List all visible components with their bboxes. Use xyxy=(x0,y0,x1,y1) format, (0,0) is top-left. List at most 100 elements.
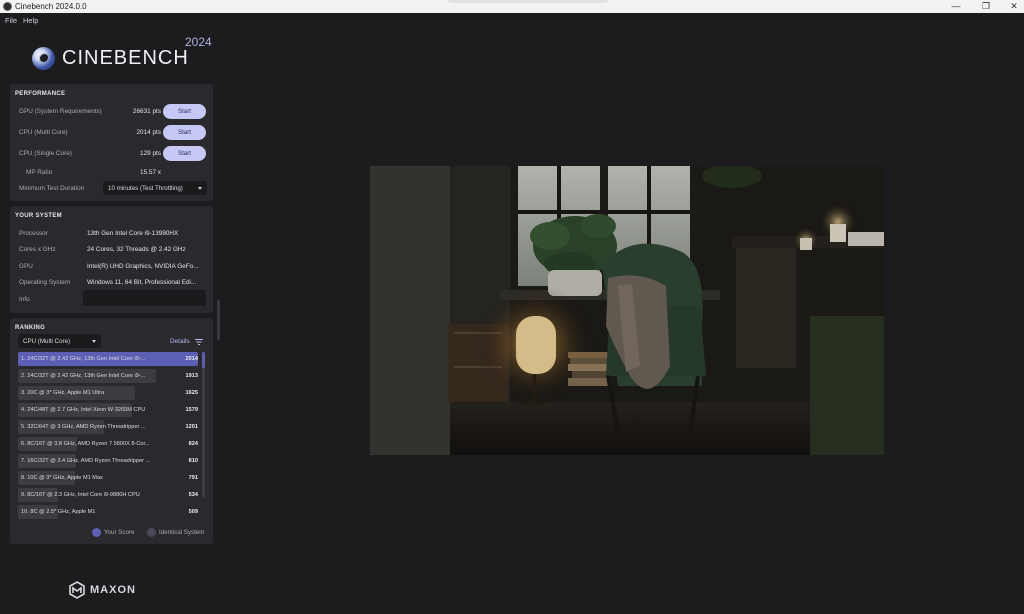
title-bar: Cinebench 2024.0.0 — ❐ ✕ xyxy=(0,0,1024,13)
panel-resize-handle[interactable] xyxy=(217,300,220,340)
ranking-score: 509 xyxy=(188,509,198,515)
ranking-filter-value: CPU (Multi Core) xyxy=(23,338,71,345)
ranking-row[interactable]: 5. 32C/64T @ 3 GHz, AMD Ryzen Threadripp… xyxy=(18,420,200,434)
test-row-cpu-multi: CPU (Multi Core) 2014 pts Start xyxy=(10,125,213,141)
ranking-system-name: 10. 8C @ 2.5* GHz, Apple M1 xyxy=(21,509,96,515)
close-button[interactable]: ✕ xyxy=(1000,0,1024,13)
brand-name: CINEBENCH xyxy=(62,47,189,69)
min-duration-row: Minimum Test Duration 10 minutes (Test T… xyxy=(10,181,213,197)
window-drag-area[interactable] xyxy=(448,0,608,3)
menu-bar: File Help xyxy=(0,13,1024,26)
your-system-panel: YOUR SYSTEM Processor 13th Gen Intel Cor… xyxy=(10,206,213,313)
ranking-row[interactable]: 10. 8C @ 2.5* GHz, Apple M1 509 xyxy=(18,505,200,519)
ranking-system-name: 4. 24C/48T @ 2.7 GHz, Intel Xeon W-3265M… xyxy=(21,407,146,413)
ranking-row[interactable]: 8. 10C @ 3* GHz, Apple M1 Max 791 xyxy=(18,471,200,485)
render-preview-image xyxy=(370,166,884,455)
ranking-score: 824 xyxy=(188,441,198,447)
menu-help[interactable]: Help xyxy=(23,16,38,25)
test-row-gpu: GPU (System Requirements) 26631 pts Star… xyxy=(10,104,213,120)
ranking-filter-select[interactable]: CPU (Multi Core) xyxy=(18,334,101,348)
mp-ratio-row: MP Ratio 15.57 x xyxy=(10,165,213,181)
ranking-score: 1913 xyxy=(185,373,198,379)
test-row-cpu-single: CPU (Single Core) 129 pts Start xyxy=(10,146,213,162)
ranking-row[interactable]: 3. 20C @ 3* GHz, Apple M1 Ultra 1625 xyxy=(18,386,200,400)
cinebench-sphere-icon xyxy=(32,47,55,70)
ranking-system-name: 1. 24C/32T @ 2.42 GHz, 13th Gen Intel Co… xyxy=(21,356,146,362)
minimize-button[interactable]: — xyxy=(942,0,970,13)
render-scene xyxy=(370,166,884,455)
system-row-processor: Processor 13th Gen Intel Core i9-13980HX xyxy=(10,226,213,242)
min-duration-value: 10 minutes (Test Throttling) xyxy=(108,185,183,192)
ranking-panel: RANKING CPU (Multi Core) Details 1. 24C/… xyxy=(10,318,213,544)
ranking-system-name: 9. 8C/16T @ 2.3 GHz, Intel Core i9-9880H… xyxy=(21,492,140,498)
ranking-score: 791 xyxy=(188,475,198,481)
performance-panel: PERFORMANCE GPU (System Requirements) 26… xyxy=(10,84,213,201)
info-field[interactable] xyxy=(83,290,206,306)
start-cpu-single-button[interactable]: Start xyxy=(163,146,206,161)
system-value: Intel(R) UHD Graphics, NVIDIA GeFo... xyxy=(87,263,199,270)
system-row-cores: Cores x GHz 24 Cores, 32 Threads @ 2.42 … xyxy=(10,242,213,258)
your-score-legend-dot xyxy=(92,528,101,537)
ranking-row[interactable]: 4. 24C/48T @ 2.7 GHz, Intel Xeon W-3265M… xyxy=(18,403,200,417)
ranking-heading: RANKING xyxy=(15,325,46,331)
ranking-system-name: 8. 10C @ 3* GHz, Apple M1 Max xyxy=(21,475,103,481)
cinebench-logo: CINEBENCH 2024 xyxy=(32,35,222,76)
ranking-row[interactable]: 6. 8C/16T @ 3.8 GHz, AMD Ryzen 7 5800X 8… xyxy=(18,437,200,451)
test-score: 2014 pts xyxy=(136,129,161,136)
ranking-row[interactable]: 1. 24C/32T @ 2.42 GHz, 13th Gen Intel Co… xyxy=(18,352,200,366)
ranking-score: 1579 xyxy=(185,407,198,413)
mp-ratio-value: 15.57 x xyxy=(140,169,161,176)
identical-system-legend-dot xyxy=(147,528,156,537)
test-label: GPU (System Requirements) xyxy=(19,108,102,115)
cinebench-app-icon xyxy=(3,2,12,11)
ranking-row[interactable]: 9. 8C/16T @ 2.3 GHz, Intel Core i9-9880H… xyxy=(18,488,200,502)
system-row-gpu: GPU Intel(R) UHD Graphics, NVIDIA GeFo..… xyxy=(10,259,213,275)
filter-icon[interactable] xyxy=(195,339,203,345)
ranking-system-name: 7. 16C/32T @ 3.4 GHz, AMD Ryzen Threadri… xyxy=(21,458,151,464)
your-system-heading: YOUR SYSTEM xyxy=(15,213,62,219)
system-label: Operating System xyxy=(19,279,71,286)
test-label: CPU (Single Core) xyxy=(19,150,72,157)
ranking-row[interactable]: 7. 16C/32T @ 3.4 GHz, AMD Ryzen Threadri… xyxy=(18,454,200,468)
ranking-score: 534 xyxy=(188,492,198,498)
menu-file[interactable]: File xyxy=(5,16,17,25)
mp-ratio-label: MP Ratio xyxy=(26,169,53,176)
system-value: 13th Gen Intel Core i9-13980HX xyxy=(87,230,179,237)
ranking-score: 1201 xyxy=(185,424,198,430)
maxon-logo: MAXON xyxy=(68,580,158,600)
ranking-scroll-thumb[interactable] xyxy=(202,352,205,368)
ranking-row[interactable]: 2. 24C/32T @ 2.42 GHz, 13th Gen Intel Co… xyxy=(18,369,200,383)
chevron-down-icon xyxy=(198,187,202,190)
system-value: Windows 11, 64 Bit, Professional Edi... xyxy=(87,279,197,286)
ranking-score: 1625 xyxy=(185,390,198,396)
system-value: 24 Cores, 32 Threads @ 2.42 GHz xyxy=(87,246,186,253)
system-label: GPU xyxy=(19,263,33,270)
start-gpu-button[interactable]: Start xyxy=(163,104,206,119)
ranking-system-name: 6. 8C/16T @ 3.8 GHz, AMD Ryzen 7 5800X 8… xyxy=(21,441,150,447)
system-row-os: Operating System Windows 11, 64 Bit, Pro… xyxy=(10,275,213,291)
ranking-scrollbar[interactable] xyxy=(202,352,205,498)
ranking-system-name: 2. 24C/32T @ 2.42 GHz, 13th Gen Intel Co… xyxy=(21,373,146,379)
brand-year: 2024 xyxy=(185,35,212,49)
ranking-system-name: 5. 32C/64T @ 3 GHz, AMD Ryzen Threadripp… xyxy=(21,424,146,430)
start-cpu-multi-button[interactable]: Start xyxy=(163,125,206,140)
details-button[interactable]: Details xyxy=(170,338,190,345)
system-label: Processor xyxy=(19,230,48,237)
min-duration-label: Minimum Test Duration xyxy=(19,185,85,192)
maxon-m-icon xyxy=(69,581,85,599)
test-score: 26631 pts xyxy=(132,108,161,115)
chevron-down-icon xyxy=(92,340,96,343)
test-score: 129 pts xyxy=(140,150,161,157)
performance-heading: PERFORMANCE xyxy=(15,91,66,97)
ranking-list: 1. 24C/32T @ 2.42 GHz, 13th Gen Intel Co… xyxy=(18,352,200,520)
ranking-score: 2014 xyxy=(185,356,198,362)
maximize-button[interactable]: ❐ xyxy=(972,0,1000,13)
min-duration-select[interactable]: 10 minutes (Test Throttling) xyxy=(103,181,207,195)
ranking-score: 810 xyxy=(188,458,198,464)
system-label: Cores x GHz xyxy=(19,246,56,253)
test-label: CPU (Multi Core) xyxy=(19,129,68,136)
system-label: Info xyxy=(19,296,30,303)
ranking-system-name: 3. 20C @ 3* GHz, Apple M1 Ultra xyxy=(21,390,105,396)
maxon-wordmark: MAXON xyxy=(90,584,136,596)
window-title: Cinebench 2024.0.0 xyxy=(15,2,87,11)
